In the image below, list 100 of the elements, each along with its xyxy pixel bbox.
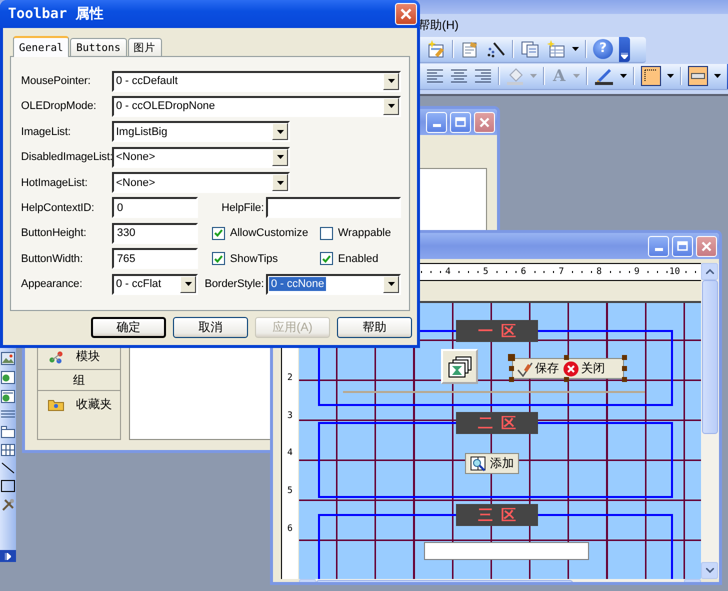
caret-icon[interactable] [572,47,579,51]
maximize-button[interactable] [450,112,471,132]
dialog-button[interactable]: 帮助 [337,317,412,338]
caret-icon [388,79,394,83]
ruler-number: 5 [287,486,293,496]
maximize-icon [455,117,466,127]
dialog-button[interactable]: 确定 [91,317,166,338]
close-button[interactable] [696,236,717,256]
picture-icon[interactable] [1,352,15,365]
caret-icon [184,282,192,286]
align-center-icon[interactable] [450,68,468,84]
subform-icon[interactable] [1,371,15,384]
caret-icon [276,130,284,134]
maximize-icon [677,241,688,251]
resize-handle[interactable] [622,355,627,360]
minimize-icon [432,124,440,126]
resize-handle[interactable] [622,377,627,382]
checkbox[interactable]: Wrappable [320,226,409,240]
field-label: OLEDropMode: [21,100,98,112]
dropdown[interactable]: <None> [112,172,290,194]
table-star-icon[interactable] [546,39,566,59]
align-left-icon[interactable] [426,68,444,84]
toolbar-button[interactable]: 保存 [517,360,559,377]
brush-icon [517,360,533,376]
object-frame-icon[interactable] [1,390,15,403]
caret-icon[interactable] [620,74,628,78]
text-field[interactable]: 0 [112,197,198,218]
resize-handle[interactable] [564,355,569,360]
dropdown[interactable]: 0 - ccDefault [112,70,401,92]
field-label: Appearance: [21,278,84,290]
field-label: ButtonHeight: [21,227,88,240]
documents-icon[interactable] [520,39,540,59]
line-width-button[interactable] [688,66,708,86]
tab[interactable]: Buttons [70,38,127,56]
field-label: HotImageList: [21,176,89,189]
scroll-down-button[interactable] [701,562,718,579]
toolbar-control[interactable]: 保存 关闭 [512,358,624,379]
caret-icon [276,180,284,185]
checkmark-icon [214,229,223,238]
checkmark-icon [214,254,223,263]
chevron-icon [5,552,11,560]
align-right-icon[interactable] [474,68,492,84]
shapes-icon [48,350,64,364]
scrollbar-thumb[interactable] [702,280,718,434]
checkbox[interactable]: ShowTips [212,252,320,266]
text-field[interactable]: 330 [112,222,198,244]
tab-control-icon[interactable] [1,426,15,438]
dropdown[interactable]: 0 - ccFlat [112,274,198,295]
close-button[interactable] [474,112,495,132]
field-label: HelpFile: [220,202,264,214]
border-button[interactable] [641,66,662,86]
checkbox[interactable]: AllowCustomize [212,226,320,240]
text-box[interactable] [424,542,589,560]
text-field[interactable]: 765 [112,248,198,270]
grid-icon[interactable] [1,444,15,456]
line-icon[interactable] [1,462,15,474]
minimize-button[interactable] [426,112,447,132]
dropdown[interactable]: <None> [112,146,290,168]
ruler-number: 6 [287,524,293,534]
dropdown[interactable]: 0 - ccNone [266,274,401,295]
toolbar-button[interactable]: 关闭 [563,360,605,377]
group-header[interactable]: 组 [38,370,120,391]
image-list-control[interactable] [441,349,478,384]
tools-icon[interactable] [1,498,15,512]
page-break-icon[interactable] [1,409,15,420]
object-item[interactable]: 收藏夹 [38,391,120,417]
checkbox[interactable]: Enabled [320,252,409,266]
ruler-number: 2 [287,372,293,383]
chevron-icon[interactable] [621,52,628,58]
dropdown[interactable]: 0 - ccOLEDropNone [112,96,401,117]
folder-icon [48,398,64,410]
dialog-title: Toolbar 属性 [8,5,104,23]
more-button[interactable] [0,550,16,562]
dropdown[interactable]: ImgListBig [112,121,290,142]
field-label: BorderStyle: [204,278,264,290]
field-label: ImageList: [21,126,72,138]
caret-icon[interactable] [714,74,722,78]
field-label: DisabledImageList: [21,151,112,164]
text-field[interactable] [266,197,401,218]
tab[interactable]: 图片 [128,38,162,56]
minimize-icon [654,248,662,250]
resize-handle[interactable] [622,366,627,371]
close-icon [701,240,712,252]
pen-icon[interactable] [594,67,614,85]
document-icon[interactable] [460,39,480,59]
maximize-button[interactable] [672,236,693,256]
dialog-button[interactable]: 取消 [173,317,248,338]
resize-handle[interactable] [509,377,514,382]
minimize-button[interactable] [648,236,669,256]
line-bar-icon [691,73,706,79]
rectangle-icon[interactable] [1,480,15,492]
caret-icon[interactable] [667,74,674,78]
tab[interactable]: General [13,36,70,57]
add-button[interactable]: 添加 [465,453,519,474]
close-icon [400,8,412,20]
close-button[interactable] [395,3,417,25]
form-star-icon[interactable] [426,39,446,59]
resize-handle[interactable] [564,377,569,382]
scroll-up-button[interactable] [701,263,718,280]
field-label: MousePointer: [21,75,92,87]
